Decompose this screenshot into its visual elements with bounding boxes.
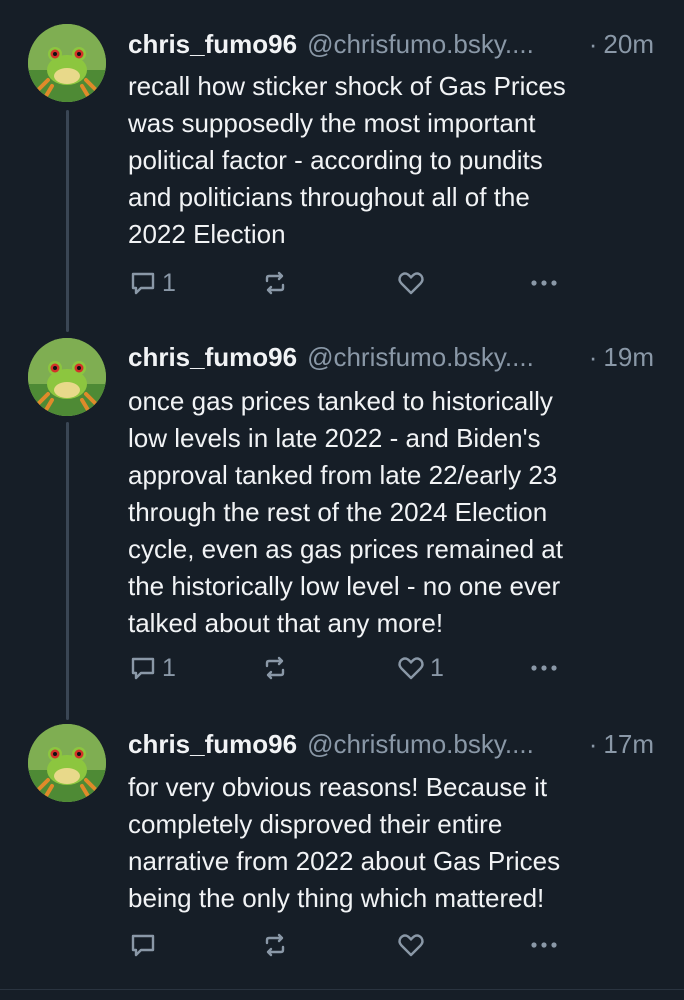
post[interactable]: chris_fumo96 @chrisfumo.bsky.... · 20m r… [0, 0, 684, 330]
reply-icon [131, 657, 155, 680]
post-text-line: and politicians throughout all of the [128, 182, 530, 212]
separator-dot: · [588, 341, 598, 372]
more-options-button[interactable] [528, 927, 560, 963]
handle[interactable]: @chrisfumo.bsky.... [307, 729, 534, 760]
post-text: once gas prices tanked to historically l… [128, 383, 658, 642]
post-text-line: through the rest of the 2024 Election [128, 497, 548, 527]
like-icon [398, 934, 424, 957]
reply-count: 1 [162, 268, 176, 297]
display-name[interactable]: chris_fumo96 [128, 342, 297, 373]
avatar[interactable] [28, 338, 106, 416]
like-count: 1 [430, 653, 444, 682]
post-text-line: for very obvious reasons! Because it [128, 772, 548, 802]
post-text-line: narrative from 2022 about Gas Prices [128, 846, 561, 876]
repost-icon [265, 271, 285, 295]
post-actions: 1 1 [128, 650, 568, 686]
repost-button[interactable] [260, 265, 290, 301]
post-text-line: low levels in late 2022 - and Biden's [128, 423, 541, 453]
feed-divider [0, 989, 684, 990]
more-icon [531, 942, 557, 948]
frog-avatar-image [28, 24, 106, 102]
like-icon [398, 657, 424, 680]
post-text: recall how sticker shock of Gas Prices w… [128, 68, 658, 253]
avatar[interactable] [28, 24, 106, 102]
like-button[interactable] [396, 927, 430, 963]
thread-connector-line [66, 422, 69, 720]
timestamp[interactable]: 20m [603, 29, 654, 60]
handle[interactable]: @chrisfumo.bsky.... [307, 29, 534, 60]
timestamp[interactable]: 19m [603, 342, 654, 373]
repost-icon [265, 933, 285, 957]
post-actions [128, 927, 568, 963]
post-text-line: 2022 Election [128, 219, 286, 249]
display-name[interactable]: chris_fumo96 [128, 29, 297, 60]
post-text-line: talked about that any more! [128, 608, 444, 638]
reply-button[interactable]: 1 [128, 650, 176, 686]
separator-dot: · [588, 728, 598, 759]
display-name[interactable]: chris_fumo96 [128, 729, 297, 760]
post-actions: 1 [128, 265, 568, 301]
post-text-line: recall how sticker shock of Gas Prices [128, 71, 566, 101]
post-text-line: the historically low level - no one ever [128, 571, 561, 601]
like-button[interactable] [396, 265, 430, 301]
reply-count: 1 [162, 653, 176, 682]
post-text-line: completely disproved their entire [128, 809, 503, 839]
avatar[interactable] [28, 724, 106, 802]
post-header: chris_fumo96 @chrisfumo.bsky.... · 20m [128, 27, 654, 61]
post-text-line: cycle, even as gas prices remained at [128, 534, 563, 564]
more-options-button[interactable] [528, 265, 560, 301]
reply-button[interactable]: 1 [128, 265, 176, 301]
more-icon [531, 665, 557, 671]
post-text-line: was supposedly the most important [128, 108, 536, 138]
more-options-button[interactable] [528, 650, 560, 686]
repost-button[interactable] [260, 927, 290, 963]
repost-button[interactable] [260, 650, 290, 686]
reply-icon [131, 934, 155, 957]
post-header: chris_fumo96 @chrisfumo.bsky.... · 17m [128, 727, 654, 761]
handle[interactable]: @chrisfumo.bsky.... [307, 342, 534, 373]
reply-icon [131, 272, 155, 295]
like-icon [398, 272, 424, 295]
like-button[interactable]: 1 [396, 650, 444, 686]
timestamp[interactable]: 17m [603, 729, 654, 760]
more-icon [531, 280, 557, 286]
post-text: for very obvious reasons! Because it com… [128, 769, 658, 917]
post-text-line: once gas prices tanked to historically [128, 386, 553, 416]
frog-avatar-image [28, 338, 106, 416]
separator-dot: · [588, 28, 598, 59]
post-text-line: being the only thing which mattered! [128, 883, 545, 913]
reply-button[interactable] [128, 927, 162, 963]
post-text-line: approval tanked from late 22/early 23 [128, 460, 558, 490]
post-text-line: political factor - according to pundits [128, 145, 543, 175]
post-header: chris_fumo96 @chrisfumo.bsky.... · 19m [128, 340, 654, 374]
repost-icon [265, 656, 285, 680]
frog-avatar-image [28, 724, 106, 802]
